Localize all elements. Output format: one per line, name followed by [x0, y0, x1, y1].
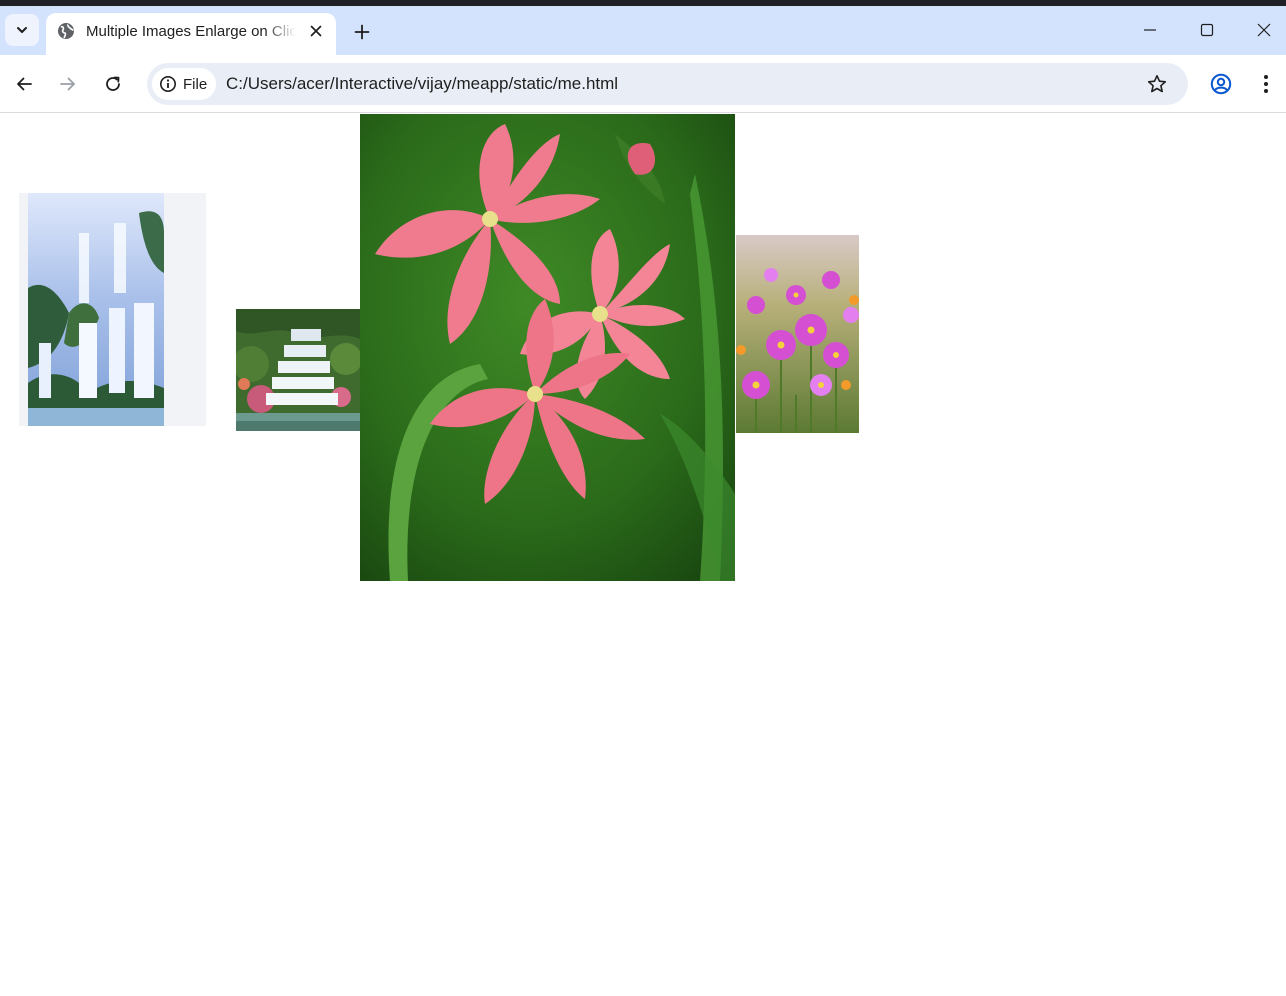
minimize-button[interactable] [1128, 12, 1172, 48]
star-icon [1147, 75, 1167, 93]
site-info-chip[interactable]: File [152, 68, 216, 100]
arrow-left-icon [17, 77, 32, 91]
close-icon [1257, 23, 1271, 37]
window-close-button[interactable] [1242, 12, 1286, 48]
kebab-menu-icon [1264, 75, 1268, 93]
maximize-button[interactable] [1185, 12, 1229, 48]
arrow-right-icon [60, 77, 75, 91]
tab-search-button[interactable] [5, 14, 39, 46]
back-button[interactable] [7, 67, 41, 101]
new-tab-button[interactable] [349, 19, 375, 45]
bookmark-button[interactable] [1145, 72, 1169, 96]
url-text[interactable]: C:/Users/acer/Interactive/vijay/meapp/st… [226, 74, 618, 94]
gallery-image-cascading-waterfall[interactable] [236, 309, 360, 431]
reload-icon [106, 76, 120, 91]
plus-icon [354, 24, 370, 40]
active-tab[interactable]: Multiple Images Enlarge on Click [46, 13, 336, 55]
tab-strip: Multiple Images Enlarge on Click [0, 6, 1286, 55]
globe-icon [58, 23, 74, 39]
browser-toolbar: File C:/Users/acer/Interactive/vijay/mea… [0, 55, 1286, 113]
tab-title: Multiple Images Enlarge on Click [86, 23, 296, 40]
profile-icon [1210, 73, 1232, 95]
maximize-icon [1200, 23, 1214, 37]
address-bar[interactable]: File C:/Users/acer/Interactive/vijay/mea… [147, 63, 1188, 105]
gallery-image-waterfall[interactable] [19, 193, 206, 426]
page-content [0, 114, 1286, 996]
chevron-down-icon [17, 27, 27, 33]
site-info-label: File [183, 75, 208, 93]
gallery-image-pink-lily-enlarged[interactable] [360, 114, 735, 581]
close-icon [310, 25, 322, 37]
gallery-image-purple-daisies[interactable] [736, 235, 859, 433]
menu-button[interactable] [1249, 67, 1283, 101]
forward-button[interactable] [51, 67, 85, 101]
info-icon [160, 76, 176, 92]
minimize-icon [1144, 29, 1156, 31]
profile-button[interactable] [1204, 67, 1238, 101]
reload-button[interactable] [96, 67, 130, 101]
tab-close-button[interactable] [305, 20, 327, 42]
